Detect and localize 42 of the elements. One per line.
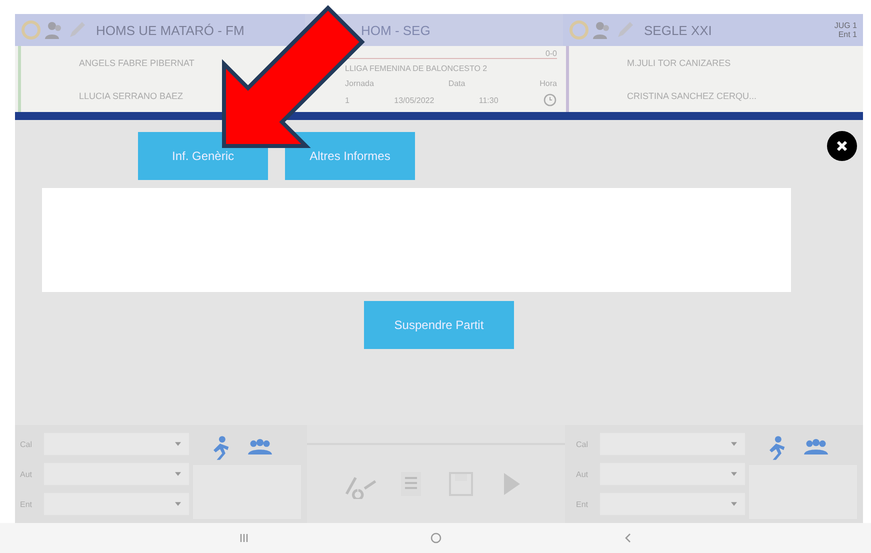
caret-icon	[731, 442, 737, 446]
dropdown[interactable]	[600, 493, 745, 515]
ring-icon	[21, 20, 41, 40]
people-icon[interactable]	[592, 20, 612, 40]
count-text: Ent 1	[838, 30, 857, 39]
caret-icon	[175, 502, 181, 506]
people-icon[interactable]	[44, 20, 64, 40]
field-label: Jornada	[345, 78, 374, 88]
dropdown[interactable]	[44, 493, 189, 515]
player-name: LLUCIA SERRANO BAEZ	[79, 90, 184, 100]
player-name: M.JULI TOR CANIZARES	[627, 58, 732, 68]
round-value: 1	[345, 96, 350, 105]
field-label: Data	[448, 78, 466, 88]
clock-icon[interactable]	[543, 93, 557, 108]
dropdown[interactable]	[44, 433, 189, 455]
dropdown[interactable]	[600, 463, 745, 485]
score-text: 0-0	[545, 48, 557, 58]
ring-icon	[569, 20, 589, 40]
match-title: HOM - SEG	[361, 22, 430, 38]
close-icon[interactable]	[827, 131, 857, 161]
player-name: CRISTINA SANCHEZ CERQU...	[627, 90, 758, 100]
date-value: 13/05/2022	[394, 96, 434, 105]
text-area[interactable]	[42, 188, 790, 292]
dropdown[interactable]	[600, 433, 745, 455]
pencil-icon[interactable]	[615, 20, 635, 40]
competition-name: LLIGA FEMENINA DE BALONCESTO 2	[345, 64, 488, 74]
dropdown[interactable]	[44, 463, 189, 485]
suspend-button[interactable]: Suspendre Partit	[364, 301, 514, 349]
pencil-icon[interactable]	[67, 20, 87, 40]
caret-icon	[175, 442, 181, 446]
team-name: SEGLE XXI	[644, 22, 712, 38]
tab-button[interactable]: Altres Informes	[285, 132, 415, 180]
count-text: JUG 1	[834, 21, 857, 30]
field-label: Hora	[540, 78, 557, 88]
time-value: 11:30	[478, 96, 498, 105]
caret-icon	[175, 472, 181, 476]
home-icon[interactable]	[430, 532, 442, 544]
team-name: HOMS UE MATARÓ - FM	[96, 22, 244, 38]
player-name: ANGELS FABRE PIBERNAT	[79, 58, 196, 68]
caret-icon	[731, 502, 737, 506]
recent-apps-icon[interactable]	[238, 532, 250, 544]
caret-icon	[731, 472, 737, 476]
